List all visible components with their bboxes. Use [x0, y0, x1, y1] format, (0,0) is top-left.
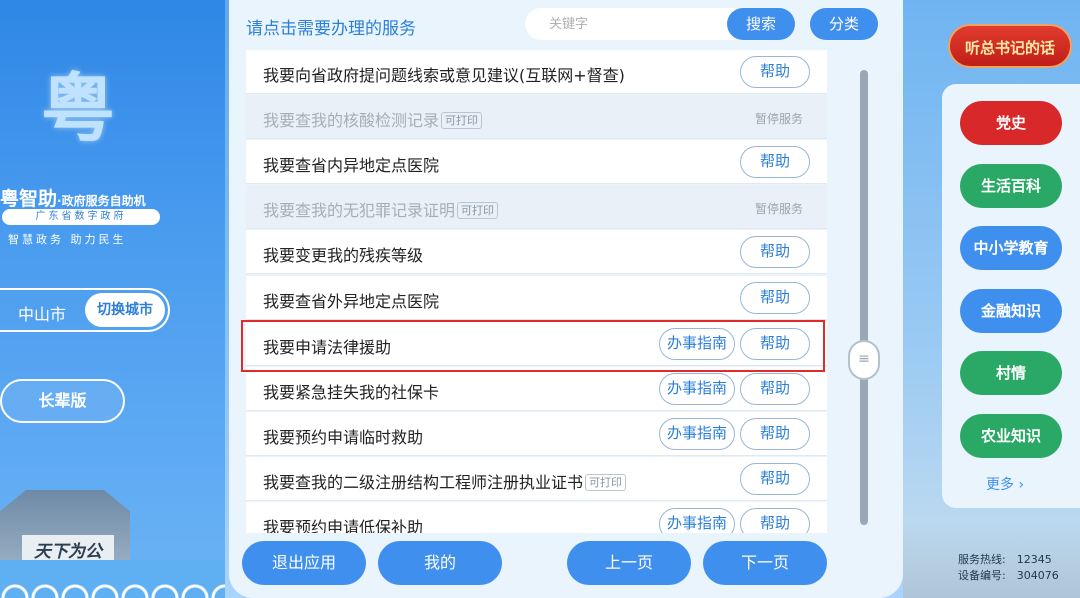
help-button[interactable]: 帮助	[740, 418, 810, 450]
wave-decoration	[0, 560, 225, 598]
category-village-info[interactable]: 村情	[960, 351, 1062, 395]
category-label: 生活百科	[980, 177, 1041, 195]
printable-tag: 可打印	[585, 474, 627, 491]
list-item[interactable]: 我要查我的二级注册结构工程师注册执业证书 可打印 帮助	[246, 457, 827, 501]
grip-icon: ≡	[858, 351, 870, 367]
category-label: 村情	[995, 364, 1026, 382]
category-finance-knowledge[interactable]: 金融知识	[960, 289, 1062, 333]
category-life-encyclopedia[interactable]: 生活百科	[960, 164, 1062, 208]
category-label: 中小学教育	[973, 239, 1049, 257]
help-button[interactable]: 帮助	[740, 463, 810, 495]
list-item[interactable]: 我要预约申请低保补助 办事指南 帮助	[246, 502, 827, 533]
help-button[interactable]: 帮助	[740, 508, 810, 533]
my-button[interactable]: 我的	[378, 541, 502, 585]
list-item[interactable]: 我要变更我的残疾等级 帮助	[246, 230, 827, 274]
help-button[interactable]: 帮助	[740, 146, 810, 178]
category-label: 党史	[995, 114, 1026, 132]
category-label: 金融知识	[980, 302, 1041, 320]
category-button[interactable]: 分类	[810, 8, 878, 40]
exit-app-button[interactable]: 退出应用	[242, 541, 366, 585]
paused-status: 暂停服务	[755, 202, 804, 216]
service-label-text: 我要查我的无犯罪记录证明	[263, 201, 456, 220]
category-school-education[interactable]: 中小学教育	[960, 226, 1062, 270]
guide-button[interactable]: 办事指南	[659, 328, 735, 360]
current-city: 中山市	[18, 305, 67, 324]
xi-speech-button[interactable]: 听总书记的话	[948, 24, 1072, 68]
service-label: 我要查我的核酸检测记录 可打印	[263, 107, 483, 131]
service-hotline: 服务热线: 12345	[958, 553, 1052, 566]
panel-prompt: 请点击需要办理的服务	[246, 19, 416, 39]
left-sidebar: 粤 粤智助·政府服务自助机 广东省数字政府 智慧政务 助力民生 中山市 切换城市…	[0, 0, 225, 598]
service-label: 我要查我的二级注册结构工程师注册执业证书 可打印	[263, 469, 627, 493]
help-button[interactable]: 帮助	[740, 373, 810, 405]
service-label-text: 我要查我的二级注册结构工程师注册执业证书	[263, 473, 584, 492]
category-party-history[interactable]: 党史	[960, 101, 1062, 145]
brand-subtitle: 广东省数字政府	[2, 209, 160, 225]
service-label: 我要变更我的残疾等级	[263, 246, 424, 265]
service-label: 我要查我的无犯罪记录证明 可打印	[263, 197, 499, 221]
guide-button[interactable]: 办事指南	[659, 418, 735, 450]
list-item[interactable]: 我要申请法律援助 办事指南 帮助	[246, 322, 827, 366]
printable-tag: 可打印	[441, 112, 483, 129]
prev-page-button[interactable]: 上一页	[567, 541, 691, 585]
list-item[interactable]: 我要查省内异地定点医院 帮助	[246, 140, 827, 184]
help-button[interactable]: 帮助	[740, 328, 810, 360]
service-label: 我要预约申请临时救助	[263, 428, 424, 447]
service-panel: 请点击需要办理的服务 搜索 分类 我要向省政府提问题线索或意见建议(互联网+督查…	[229, 0, 903, 598]
category-label: 农业知识	[980, 427, 1041, 445]
scrollbar-track[interactable]	[860, 70, 868, 525]
guide-button[interactable]: 办事指南	[659, 508, 735, 533]
brand-tag: ·政府服务自助机	[57, 194, 146, 208]
printable-tag: 可打印	[457, 202, 499, 219]
list-item[interactable]: 我要预约申请临时救助 办事指南 帮助	[246, 412, 827, 456]
service-list: 我要向省政府提问题线索或意见建议(互联网+督查) 帮助 我要查我的核酸检测记录可…	[246, 50, 827, 533]
list-item[interactable]: 我要紧急挂失我的社保卡 办事指南 帮助	[246, 367, 827, 411]
help-button[interactable]: 帮助	[740, 282, 810, 314]
panel-header: 请点击需要办理的服务 搜索 分类	[229, 0, 903, 48]
search-button[interactable]: 搜索	[727, 8, 795, 40]
elder-mode-button[interactable]: 长辈版	[0, 379, 125, 423]
list-item: 我要查我的核酸检测记录 可打印 暂停服务	[246, 95, 827, 139]
next-page-button[interactable]: 下一页	[703, 541, 827, 585]
service-label: 我要紧急挂失我的社保卡	[263, 383, 440, 402]
brand-title: 粤智助	[0, 188, 58, 210]
brand-slogan: 智慧政务 助力民生	[8, 233, 127, 246]
list-item[interactable]: 我要查省外异地定点医院 帮助	[246, 276, 827, 320]
yue-logo: 粤	[41, 66, 115, 152]
service-label: 我要申请法律援助	[263, 338, 392, 357]
help-button[interactable]: 帮助	[740, 236, 810, 268]
category-agriculture-knowledge[interactable]: 农业知识	[960, 414, 1062, 458]
brand-name: 粤智助·政府服务自助机	[0, 184, 146, 211]
switch-city-button[interactable]: 切换城市	[85, 293, 165, 327]
list-item[interactable]: 我要向省政府提问题线索或意见建议(互联网+督查) 帮助	[246, 50, 827, 94]
city-selector: 中山市 切换城市	[0, 288, 170, 332]
more-link[interactable]: 更多 ›	[986, 474, 1024, 494]
service-label-text: 我要查我的核酸检测记录	[263, 111, 440, 130]
help-button[interactable]: 帮助	[740, 56, 810, 88]
service-label: 我要查省外异地定点医院	[263, 292, 440, 311]
list-item: 我要查我的无犯罪记录证明 可打印 暂停服务	[246, 185, 827, 229]
device-number: 设备编号: 304076	[958, 569, 1059, 582]
paused-status: 暂停服务	[755, 112, 804, 126]
service-label: 我要向省政府提问题线索或意见建议(互联网+督查)	[263, 66, 625, 85]
guide-button[interactable]: 办事指南	[659, 373, 735, 405]
service-label: 我要预约申请低保补助	[263, 518, 424, 533]
service-label: 我要查省内异地定点医院	[263, 156, 440, 175]
scrollbar-thumb[interactable]: ≡	[848, 340, 880, 380]
